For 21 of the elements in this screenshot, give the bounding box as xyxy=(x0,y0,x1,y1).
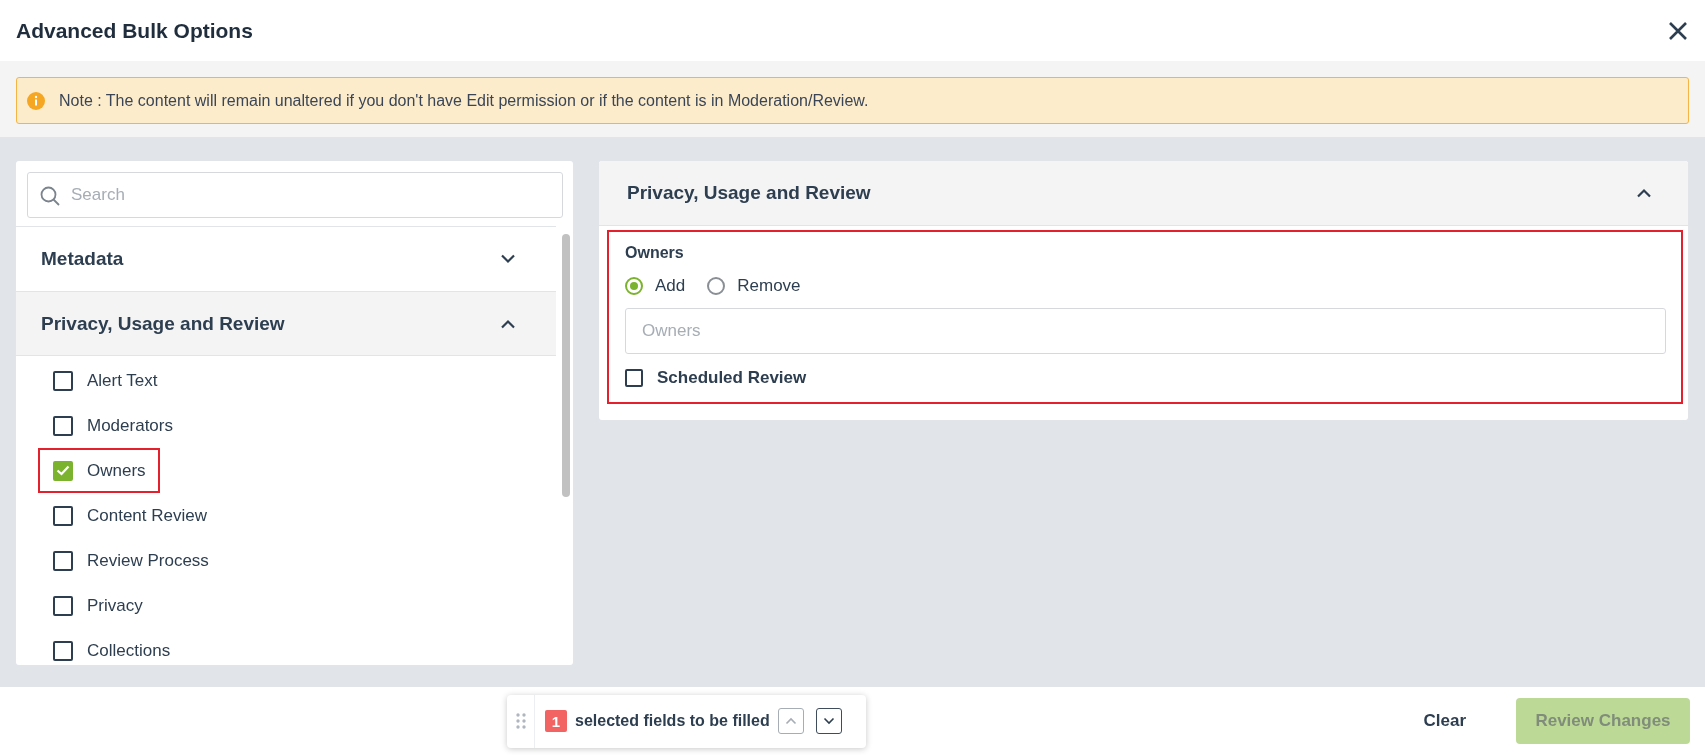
selection-summary: selected fields to be filled xyxy=(575,712,770,730)
radio-label[interactable]: Add xyxy=(655,276,686,296)
search-field[interactable]: Search xyxy=(27,172,563,218)
dialog-title: Advanced Bulk Options xyxy=(16,18,253,43)
section-header[interactable]: Privacy, Usage and Review xyxy=(599,161,1688,226)
owners-field[interactable]: Owners xyxy=(625,308,1666,354)
field-label: Owners xyxy=(625,244,685,262)
field-option[interactable]: Owners xyxy=(87,460,146,481)
note-text: Note : The content will remain unaltered if you don't have Edit permission or if the content is in Moderation/Review. xyxy=(59,91,869,110)
field-option[interactable]: Privacy xyxy=(87,595,143,616)
radio-label[interactable]: Remove xyxy=(737,276,801,296)
field-option[interactable]: Alert Text xyxy=(87,370,158,391)
field-option[interactable]: Collections xyxy=(87,640,171,661)
field-option[interactable]: Review Process xyxy=(87,550,209,571)
checkbox-label[interactable]: Scheduled Review xyxy=(657,368,807,388)
clear-button[interactable]: Clear xyxy=(1417,707,1472,735)
accordion-header[interactable]: Privacy, Usage and Review xyxy=(16,292,556,356)
section-title: Privacy, Usage and Review xyxy=(627,182,871,204)
count-badge: 1 xyxy=(545,710,567,732)
field-option[interactable]: Moderators xyxy=(87,415,173,436)
field-option[interactable]: Content Review xyxy=(87,505,207,526)
